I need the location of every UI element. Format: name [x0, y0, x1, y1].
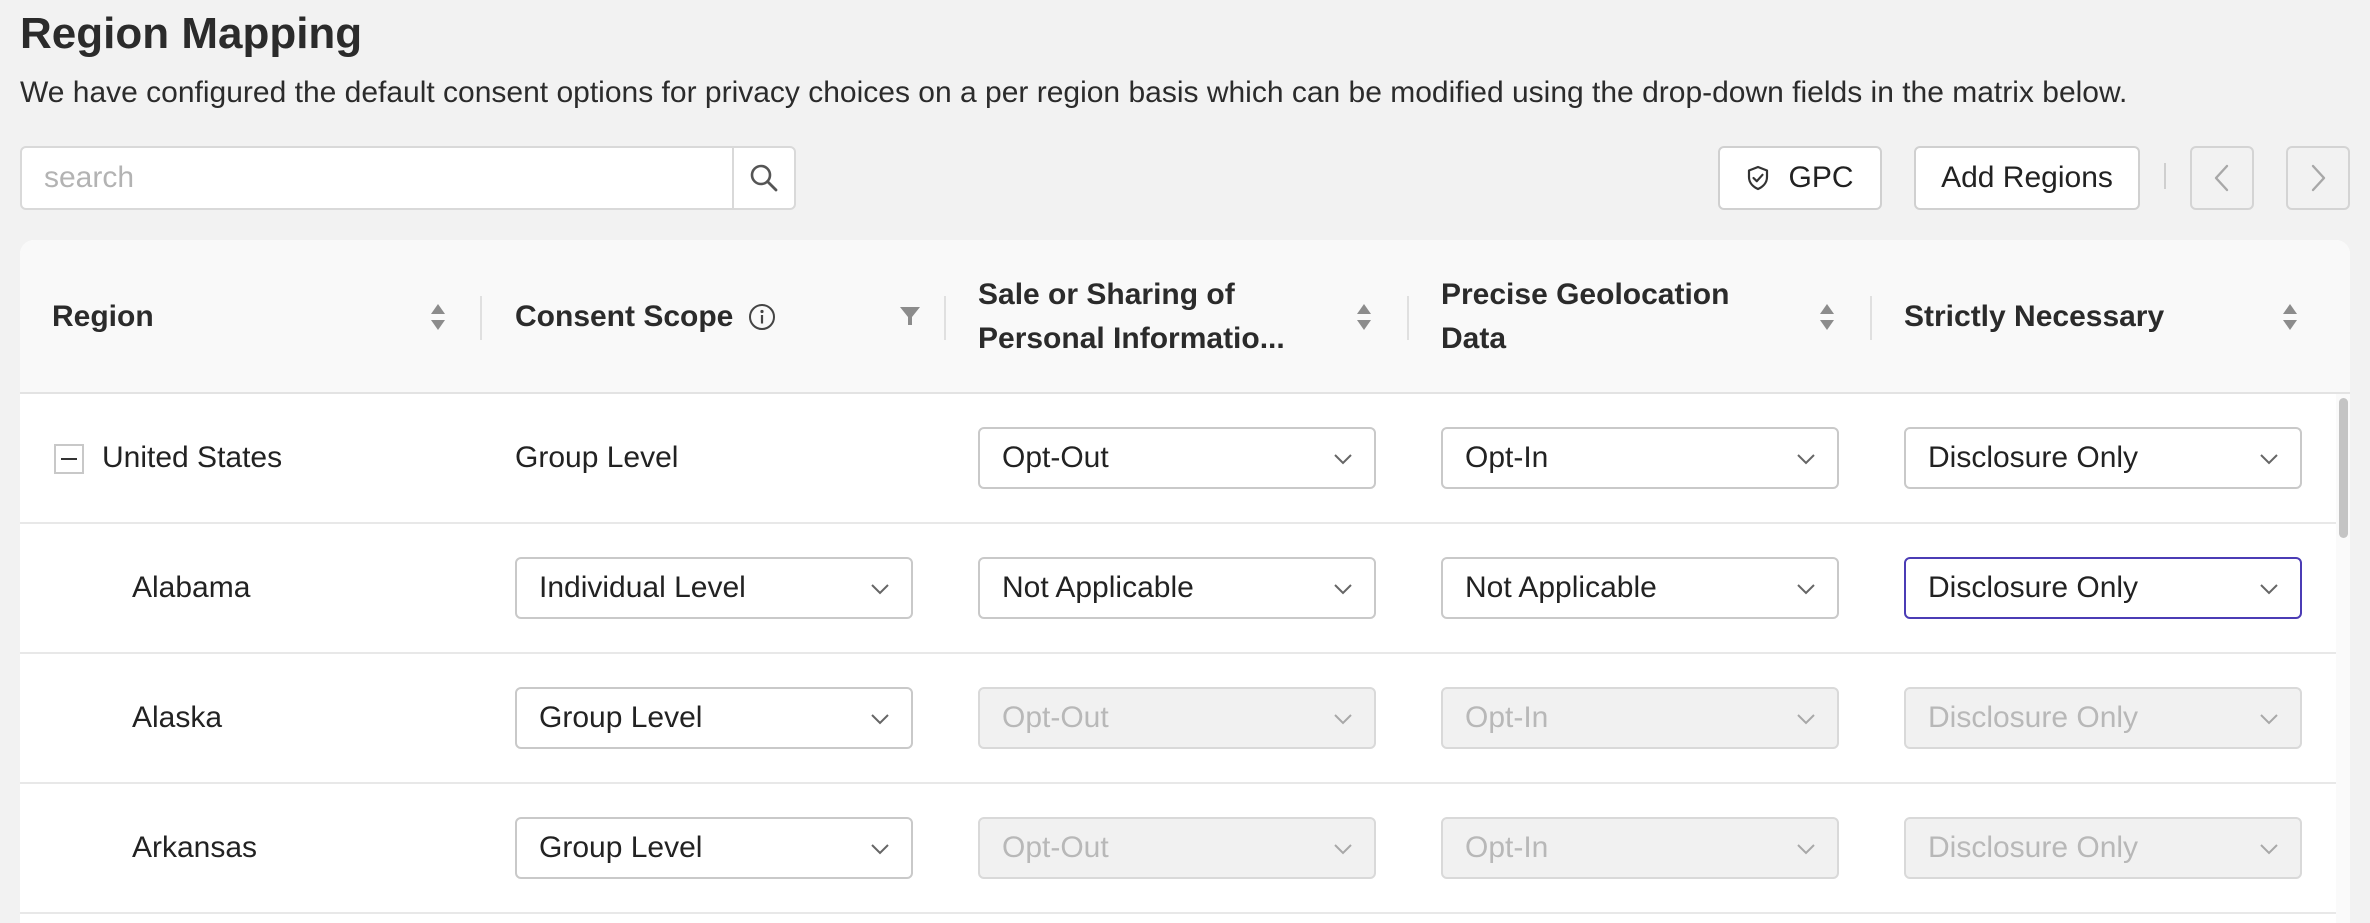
chevron-down-icon — [2260, 454, 2278, 465]
chevron-right-icon — [2311, 164, 2326, 192]
select-value: Not Applicable — [1002, 571, 1194, 604]
sale-sharing-select[interactable]: Opt-Out — [978, 427, 1376, 489]
strictly-necessary-select[interactable]: Disclosure Only — [1904, 427, 2302, 489]
sale-sharing-select: Opt-Out — [978, 817, 1376, 879]
table-row: United States Group Level Opt-Out Opt-In… — [20, 394, 2350, 524]
precise-geolocation-select: Opt-In — [1441, 817, 1839, 879]
chevron-down-icon — [1797, 584, 1815, 595]
sort-icon[interactable] — [2280, 300, 2300, 334]
chevron-down-icon — [1797, 714, 1815, 725]
column-header-sale-sharing[interactable]: Sale or Sharing of Personal Informatio..… — [978, 240, 1285, 394]
add-regions-button[interactable]: Add Regions — [1914, 146, 2140, 210]
sale-sharing-select: Opt-Out — [978, 687, 1376, 749]
select-value: Opt-Out — [1002, 701, 1109, 734]
sort-icon[interactable] — [428, 300, 448, 334]
chevron-down-icon — [1797, 844, 1815, 855]
region-name: United States — [102, 441, 283, 474]
region-table: Region Consent Scope Sale or Sharing of … — [20, 240, 2350, 923]
gpc-button[interactable]: GPC — [1718, 146, 1882, 210]
search-input[interactable] — [22, 148, 732, 208]
shield-check-icon — [1748, 165, 1769, 191]
chevron-left-icon — [2214, 164, 2229, 192]
collapse-toggle[interactable] — [54, 444, 84, 474]
select-value: Opt-In — [1465, 441, 1549, 474]
chevron-down-icon — [1334, 844, 1352, 855]
search-icon — [750, 164, 778, 192]
select-value: Opt-In — [1465, 831, 1549, 864]
column-header-strictly-necessary[interactable]: Strictly Necessary — [1904, 240, 2164, 394]
region-name: Alabama — [132, 571, 251, 604]
column-header-label: Consent Scope — [515, 300, 734, 333]
select-value: Disclosure Only — [1928, 571, 2139, 604]
column-header-label: Region — [52, 300, 154, 333]
column-header-label-line1: Sale or Sharing of — [978, 278, 1235, 311]
strictly-necessary-select: Disclosure Only — [1904, 687, 2302, 749]
select-value: Opt-Out — [1002, 441, 1109, 474]
column-header-label-line1: Precise Geolocation — [1441, 278, 1730, 311]
table-row: Arkansas Group Level Opt-Out Opt-In Disc… — [20, 784, 2350, 914]
consent-scope-select[interactable]: Group Level — [515, 687, 913, 749]
column-divider — [944, 296, 946, 340]
toolbar-divider — [2164, 163, 2166, 189]
region-name: Alaska — [132, 701, 223, 734]
column-divider — [1407, 296, 1409, 340]
column-divider — [480, 296, 482, 340]
info-icon[interactable] — [747, 302, 777, 332]
chevron-down-icon — [2260, 844, 2278, 855]
chevron-down-icon — [2260, 714, 2278, 725]
chevron-down-icon — [2260, 584, 2278, 595]
filter-icon[interactable] — [898, 304, 922, 328]
add-regions-label: Add Regions — [1941, 161, 2113, 194]
select-value: Individual Level — [539, 571, 746, 604]
gpc-button-label: GPC — [1788, 161, 1854, 194]
consent-scope-value: Group Level — [515, 441, 679, 474]
chevron-down-icon — [1334, 714, 1352, 725]
select-value: Group Level — [539, 831, 703, 864]
page-title: Region Mapping — [20, 9, 363, 58]
sort-icon[interactable] — [1354, 300, 1374, 334]
consent-scope-select[interactable]: Individual Level — [515, 557, 913, 619]
page-description: We have configured the default consent o… — [20, 76, 2128, 109]
column-header-precise-geolocation[interactable]: Precise Geolocation Data — [1441, 240, 1729, 394]
column-header-label-line2: Data — [1441, 322, 1507, 355]
next-page-button[interactable] — [2286, 146, 2350, 210]
table-row: Alaska Group Level Opt-Out Opt-In Disclo… — [20, 654, 2350, 784]
precise-geolocation-select[interactable]: Not Applicable — [1441, 557, 1839, 619]
select-value: Group Level — [539, 701, 703, 734]
consent-scope-select[interactable]: Group Level — [515, 817, 913, 879]
region-name: Arkansas — [132, 831, 258, 864]
select-value: Opt-Out — [1002, 831, 1109, 864]
strictly-necessary-select[interactable]: Disclosure Only — [1904, 557, 2302, 619]
chevron-down-icon — [871, 844, 889, 855]
chevron-down-icon — [1334, 584, 1352, 595]
search-button[interactable] — [732, 148, 794, 208]
table-header: Region Consent Scope Sale or Sharing of … — [20, 240, 2350, 394]
sort-icon[interactable] — [1817, 300, 1837, 334]
precise-geolocation-select: Opt-In — [1441, 687, 1839, 749]
strictly-necessary-select: Disclosure Only — [1904, 817, 2302, 879]
select-value: Not Applicable — [1465, 571, 1657, 604]
select-value: Disclosure Only — [1928, 701, 2139, 734]
minus-icon — [61, 458, 77, 460]
select-value: Disclosure Only — [1928, 441, 2139, 474]
chevron-down-icon — [1797, 454, 1815, 465]
chevron-down-icon — [871, 584, 889, 595]
previous-page-button[interactable] — [2190, 146, 2254, 210]
column-header-label: Strictly Necessary — [1904, 300, 2165, 333]
column-divider — [1870, 296, 1872, 340]
table-row: Alabama Individual Level Not Applicable … — [20, 524, 2350, 654]
column-header-region[interactable]: Region — [52, 240, 154, 394]
column-header-label-line2: Personal Informatio... — [978, 322, 1285, 355]
select-value: Opt-In — [1465, 701, 1549, 734]
chevron-down-icon — [871, 714, 889, 725]
search-box — [20, 146, 796, 210]
sale-sharing-select[interactable]: Not Applicable — [978, 557, 1376, 619]
chevron-down-icon — [1334, 454, 1352, 465]
scrollbar-thumb[interactable] — [2339, 398, 2348, 538]
precise-geolocation-select[interactable]: Opt-In — [1441, 427, 1839, 489]
column-header-consent-scope[interactable]: Consent Scope — [515, 240, 777, 394]
select-value: Disclosure Only — [1928, 831, 2139, 864]
